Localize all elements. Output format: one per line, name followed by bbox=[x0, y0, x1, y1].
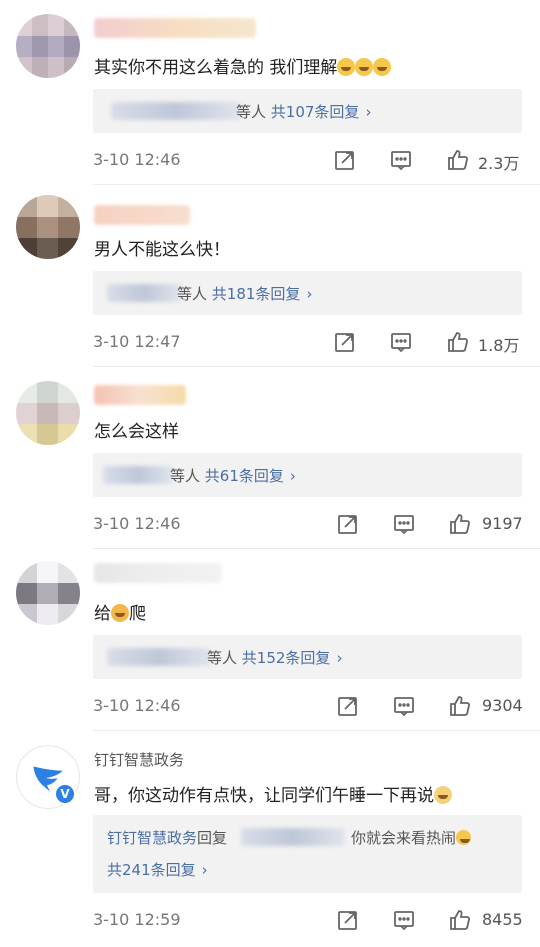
comment-icon bbox=[394, 697, 414, 717]
username[interactable]: 钉钉智慧政务 bbox=[94, 749, 184, 770]
laugh-cry-emoji-icon bbox=[337, 58, 356, 76]
reply-names-blurred bbox=[241, 828, 345, 846]
comment-text: 怎么会这样 bbox=[94, 422, 179, 442]
reply-summary: 等人 共152条回复 › bbox=[207, 649, 343, 667]
share-icon bbox=[338, 911, 357, 930]
comment-button[interactable] bbox=[387, 328, 415, 356]
cat-emoji-icon bbox=[434, 786, 452, 804]
chevron-right-icon: › bbox=[365, 103, 372, 121]
timestamp: 3-10 12:46 bbox=[93, 150, 181, 169]
comment-text: 哥，你这动作有点快，让同学们午睡一下再说 bbox=[94, 781, 452, 806]
timestamp: 3-10 12:47 bbox=[93, 332, 181, 351]
reply-count-link[interactable]: 共181条回复 bbox=[212, 285, 301, 303]
reply-names-blurred bbox=[107, 284, 181, 302]
laugh-cry-emoji-icon bbox=[373, 58, 392, 76]
avatar[interactable] bbox=[16, 14, 80, 78]
reply-summary: 等人 共61条回复 › bbox=[170, 467, 296, 485]
avatar[interactable] bbox=[16, 561, 80, 625]
share-icon bbox=[338, 515, 357, 534]
reply-preview[interactable]: 钉钉智慧政务回复 你就会来看热闹 共241条回复 › bbox=[93, 815, 522, 893]
comment-text: 给爬 bbox=[94, 604, 146, 624]
share-button[interactable] bbox=[331, 146, 359, 174]
reply-count-link[interactable]: 共241条回复 bbox=[107, 861, 196, 879]
reply-preview[interactable]: 等人 共61条回复 › bbox=[93, 453, 522, 497]
thumbs-up-icon bbox=[450, 910, 470, 930]
share-button[interactable] bbox=[334, 906, 362, 934]
smile-emoji-icon bbox=[456, 830, 472, 845]
reply-count-link[interactable]: 共107条回复 bbox=[271, 103, 360, 121]
share-icon bbox=[335, 333, 354, 352]
comment-item: 男人不能这么快！ 等人 共181条回复 › 3-10 12:47 1.8万 bbox=[0, 185, 540, 367]
share-button[interactable] bbox=[334, 510, 362, 538]
timestamp: 3-10 12:46 bbox=[93, 696, 181, 715]
like-button[interactable] bbox=[446, 510, 474, 538]
like-count: 8455 bbox=[482, 910, 523, 929]
comment-item: 其实你不用这么着急的 我们理解 等人 共107条回复 › 3-10 12:46 2… bbox=[0, 0, 540, 185]
reply-count-link[interactable]: 共61条回复 bbox=[205, 467, 284, 485]
like-button[interactable] bbox=[444, 328, 472, 356]
reply-first-line: 钉钉智慧政务回复 bbox=[107, 829, 228, 847]
reply-summary: 共241条回复 › bbox=[107, 859, 208, 880]
share-button[interactable] bbox=[331, 328, 359, 356]
reply-summary: 等人 共107条回复 › bbox=[236, 103, 372, 121]
laugh-cry-emoji-icon bbox=[355, 58, 374, 76]
like-button[interactable] bbox=[446, 692, 474, 720]
avatar[interactable] bbox=[16, 381, 80, 445]
chevron-right-icon: › bbox=[306, 285, 313, 303]
username-blurred[interactable] bbox=[94, 563, 222, 583]
reply-names-blurred bbox=[103, 466, 173, 484]
timestamp: 3-10 12:59 bbox=[93, 910, 181, 929]
share-icon bbox=[338, 697, 357, 716]
avatar[interactable] bbox=[16, 195, 80, 259]
username-blurred[interactable] bbox=[94, 18, 256, 38]
comment-item: 给爬 等人 共152条回复 › 3-10 12:46 9304 bbox=[0, 549, 540, 731]
comment-item: V 钉钉智慧政务 哥，你这动作有点快，让同学们午睡一下再说 钉钉智慧政务回复 你… bbox=[0, 731, 540, 947]
comment-button[interactable] bbox=[390, 692, 418, 720]
chevron-right-icon: › bbox=[336, 649, 343, 667]
comment-icon bbox=[394, 515, 414, 535]
chevron-right-icon: › bbox=[289, 467, 296, 485]
comment-icon bbox=[394, 911, 414, 931]
share-button[interactable] bbox=[334, 692, 362, 720]
reply-names-blurred bbox=[111, 102, 241, 120]
share-icon bbox=[335, 151, 354, 170]
comment-item: 怎么会这样 等人 共61条回复 › 3-10 12:46 9197 bbox=[0, 367, 540, 549]
username-blurred[interactable] bbox=[94, 385, 186, 405]
old-man-emoji-icon bbox=[111, 604, 129, 622]
timestamp: 3-10 12:46 bbox=[93, 514, 181, 533]
comment-text: 其实你不用这么着急的 我们理解 bbox=[94, 53, 392, 78]
comment-button[interactable] bbox=[390, 906, 418, 934]
like-count: 9197 bbox=[482, 514, 523, 533]
reply-tail: 你就会来看热闹 bbox=[351, 827, 472, 848]
reply-preview[interactable]: 等人 共181条回复 › bbox=[93, 271, 522, 315]
reply-summary: 等人 共181条回复 › bbox=[177, 285, 313, 303]
comment-text: 男人不能这么快！ bbox=[94, 240, 230, 260]
comment-button[interactable] bbox=[390, 510, 418, 538]
like-count: 2.3万 bbox=[478, 154, 520, 173]
reply-names-blurred bbox=[107, 648, 211, 666]
reply-preview[interactable]: 等人 共107条回复 › bbox=[93, 89, 522, 133]
comment-button[interactable] bbox=[387, 146, 415, 174]
chevron-right-icon: › bbox=[201, 861, 208, 879]
verified-v-icon: V bbox=[54, 783, 76, 805]
comment-icon bbox=[391, 151, 411, 171]
comment-icon bbox=[391, 333, 411, 353]
thumbs-up-icon bbox=[450, 514, 470, 534]
reply-count-link[interactable]: 共152条回复 bbox=[242, 649, 331, 667]
like-count: 9304 bbox=[482, 696, 523, 715]
like-button[interactable] bbox=[446, 906, 474, 934]
username-blurred[interactable] bbox=[94, 205, 190, 225]
like-button[interactable] bbox=[444, 146, 472, 174]
like-count: 1.8万 bbox=[478, 336, 520, 355]
thumbs-up-icon bbox=[448, 332, 468, 352]
reply-author-link[interactable]: 钉钉智慧政务 bbox=[107, 829, 197, 847]
thumbs-up-icon bbox=[448, 150, 468, 170]
thumbs-up-icon bbox=[450, 696, 470, 716]
reply-preview[interactable]: 等人 共152条回复 › bbox=[93, 635, 522, 679]
